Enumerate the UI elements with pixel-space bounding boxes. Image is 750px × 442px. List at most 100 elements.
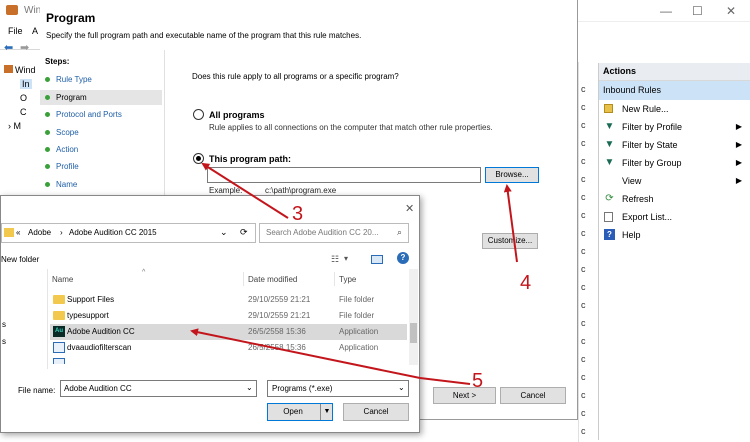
rules-list-cell[interactable]: c <box>579 350 598 368</box>
search-box[interactable]: Search Adobe Audition CC 20... ⌕ <box>259 223 409 243</box>
tree-item-connection[interactable]: C <box>20 107 27 117</box>
rules-list-cell[interactable]: c <box>579 80 598 98</box>
rules-list-cell[interactable]: c <box>579 224 598 242</box>
step-action[interactable]: Action <box>40 142 162 157</box>
browse-button[interactable]: Browse... <box>485 167 539 183</box>
column-date-modified[interactable]: Date modified <box>248 275 297 284</box>
action-new-rule[interactable]: New Rule... <box>599 100 750 118</box>
action-label: Refresh <box>622 194 654 204</box>
step-label: Program <box>56 93 87 102</box>
breadcrumb-audition-folder[interactable]: Adobe Audition CC 2015 <box>69 228 157 237</box>
address-dropdown-icon[interactable]: ⌄ <box>220 227 228 238</box>
action-help[interactable]: ? Help <box>599 226 750 244</box>
scrollbar-thumb[interactable] <box>410 323 417 343</box>
rules-list-cell[interactable]: c <box>579 404 598 422</box>
preview-pane-icon[interactable] <box>371 255 383 264</box>
address-bar[interactable]: « Adobe › Adobe Audition CC 2015 ⌄ ⟳ <box>1 223 256 243</box>
forward-arrow-icon[interactable]: ➡ <box>20 41 29 54</box>
step-name[interactable]: Name <box>40 177 162 192</box>
step-rule-type[interactable]: Rule Type <box>40 72 162 87</box>
step-label: Scope <box>56 128 79 137</box>
rules-list-cell[interactable]: c <box>579 260 598 278</box>
this-program-label[interactable]: This program path: <box>209 154 291 164</box>
step-program[interactable]: Program <box>40 90 162 105</box>
all-programs-label[interactable]: All programs <box>209 110 265 120</box>
step-scope[interactable]: Scope <box>40 125 162 140</box>
help-icon[interactable]: ? <box>397 252 409 264</box>
menu-action[interactable]: A <box>32 26 38 36</box>
back-arrow-icon[interactable]: ⬅ <box>4 41 13 54</box>
wizard-steps-panel: Steps: Rule Type Program Protocol and Po… <box>40 50 165 210</box>
menu-file[interactable]: File <box>8 26 23 36</box>
step-dot-icon <box>45 147 50 152</box>
filter-dropdown-icon[interactable]: ⌄ <box>398 383 405 392</box>
rules-list-cell[interactable]: c <box>579 206 598 224</box>
action-filter-by-profile[interactable]: ▼ Filter by Profile ▶ <box>599 118 750 136</box>
file-type-filter-select[interactable]: Programs (*.exe) ⌄ <box>267 380 409 397</box>
open-file-dialog: ✕ « Adobe › Adobe Audition CC 2015 ⌄ ⟳ S… <box>0 195 420 433</box>
rules-list-cell[interactable]: c <box>579 296 598 314</box>
action-filter-by-state[interactable]: ▼ Filter by State ▶ <box>599 136 750 154</box>
program-path-input[interactable] <box>207 167 481 183</box>
open-button[interactable]: Open ▼ <box>267 403 333 421</box>
column-type[interactable]: Type <box>339 275 356 284</box>
actions-section-inbound-rules[interactable]: Inbound Rules <box>599 81 750 100</box>
file-name-input[interactable]: Adobe Audition CC ⌄ <box>60 380 257 397</box>
file-row-typesupport[interactable]: typesupport 29/10/2559 21:21 File folder <box>50 308 407 324</box>
rules-list-cell[interactable]: c <box>579 386 598 404</box>
breadcrumb-overflow[interactable]: « <box>16 228 20 237</box>
nav-pane-item[interactable]: s <box>2 337 6 346</box>
all-programs-radio[interactable] <box>193 109 204 120</box>
vertical-scrollbar[interactable] <box>409 269 418 365</box>
open-dropdown-icon[interactable]: ▼ <box>320 404 333 420</box>
rules-list-cell[interactable]: c <box>579 332 598 350</box>
rules-list-cell[interactable]: c <box>579 188 598 206</box>
view-dropdown-icon[interactable]: ▾ <box>344 254 348 263</box>
close-icon[interactable]: ✕ <box>726 4 736 18</box>
wizard-cancel-button[interactable]: Cancel <box>500 387 566 404</box>
dialog-close-icon[interactable]: ✕ <box>405 202 414 215</box>
rules-list-cell[interactable]: c <box>579 242 598 260</box>
annotation-number-4: 4 <box>520 272 532 294</box>
tree-root[interactable]: Wind <box>4 65 36 75</box>
nav-pane-item[interactable]: s <box>2 320 6 329</box>
refresh-icon[interactable]: ⟳ <box>240 227 248 238</box>
customize-button[interactable]: Customize... <box>482 233 538 249</box>
view-options-icon[interactable]: ☷ <box>331 254 339 265</box>
file-row-adobe-audition-cc[interactable]: Au Adobe Audition CC 26/5/2558 15:36 App… <box>50 324 407 340</box>
file-row-dvaaudiofilterscan[interactable]: dvaaudiofilterscan 26/5/2558 15:36 Appli… <box>50 340 407 356</box>
file-name-dropdown-icon[interactable]: ⌄ <box>246 383 253 392</box>
file-row-support-files[interactable]: Support Files 29/10/2559 21:21 File fold… <box>50 292 407 308</box>
next-button[interactable]: Next > <box>433 387 496 404</box>
new-folder-button[interactable]: New folder <box>1 255 39 264</box>
this-program-radio[interactable] <box>193 153 204 164</box>
minimize-icon[interactable]: — <box>660 4 672 18</box>
rules-list-cell[interactable]: c <box>579 368 598 386</box>
action-label: Filter by Group <box>622 158 682 168</box>
tree-item-inbound[interactable]: In <box>20 79 32 89</box>
tree-item-outbound[interactable]: O <box>20 93 27 103</box>
step-profile[interactable]: Profile <box>40 159 162 174</box>
rules-list-cell[interactable]: c <box>579 170 598 188</box>
action-filter-by-group[interactable]: ▼ Filter by Group ▶ <box>599 154 750 172</box>
step-dot-icon <box>45 130 50 135</box>
column-name[interactable]: Name <box>52 275 73 284</box>
step-protocol-and-ports[interactable]: Protocol and Ports <box>40 107 162 122</box>
search-icon[interactable]: ⌕ <box>397 227 402 238</box>
action-refresh[interactable]: ⟳ Refresh <box>599 190 750 208</box>
rules-list-cell[interactable]: c <box>579 314 598 332</box>
breadcrumb-adobe[interactable]: Adobe <box>28 228 51 237</box>
dialog-cancel-button[interactable]: Cancel <box>343 403 409 421</box>
maximize-icon[interactable]: ☐ <box>692 4 703 18</box>
rules-list-cell[interactable]: c <box>579 98 598 116</box>
rules-list-cell[interactable]: c <box>579 152 598 170</box>
rules-list-cell[interactable]: c <box>579 116 598 134</box>
action-export-list[interactable]: Export List... <box>599 208 750 226</box>
step-dot-icon <box>45 182 50 187</box>
action-view[interactable]: View ▶ <box>599 172 750 190</box>
rules-list-cell[interactable]: c <box>579 422 598 440</box>
tree-item-monitoring[interactable]: › M <box>8 121 21 131</box>
file-type-filter-value: Programs (*.exe) <box>272 384 333 393</box>
rules-list-cell[interactable]: c <box>579 134 598 152</box>
rules-list-cell[interactable]: c <box>579 278 598 296</box>
